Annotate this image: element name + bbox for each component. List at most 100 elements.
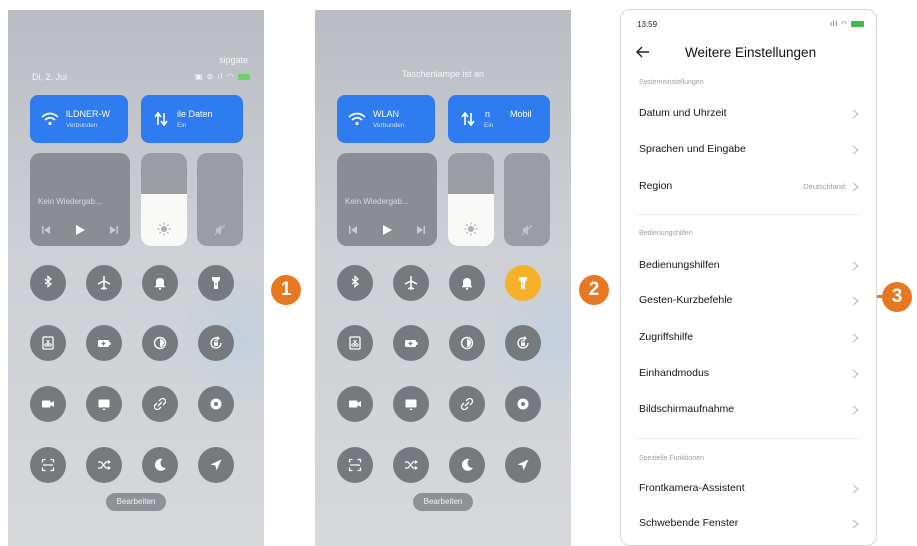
section-header-special: Spezielle Funktionen [639,455,704,462]
screen-record-toggle[interactable] [337,386,373,422]
airplane-toggle[interactable] [86,265,122,301]
previous-icon[interactable] [41,225,51,235]
wlan-tile[interactable]: WLAN Verbunden [337,95,435,143]
back-arrow-icon[interactable] [635,44,651,60]
next-icon[interactable] [416,225,426,235]
location-toggle[interactable] [505,447,541,483]
settings-row-languages[interactable]: Sprachen und Eingabe [639,141,861,161]
mute-icon [521,224,533,236]
chevron-right-icon [852,261,859,271]
carrier-label: sipgate [218,55,248,65]
bell-toggle[interactable] [142,265,178,301]
brightness-slider[interactable] [448,153,494,246]
brightness-fill [141,193,187,246]
link-toggle[interactable] [449,386,485,422]
bluetooth-toggle[interactable] [337,265,373,301]
wlan-tile-subtitle: Verbunden [373,122,405,129]
settings-row-date-time[interactable]: Datum und Uhrzeit [639,105,861,125]
moon-toggle[interactable] [449,447,485,483]
cast-toggle[interactable] [86,386,122,422]
reading-mode-toggle[interactable] [142,325,178,361]
flashlight-toggle[interactable] [505,265,541,301]
mute-icon [214,224,226,236]
data-arrows-icon [151,109,171,129]
status-time: 13:59 [637,20,658,29]
chevron-right-icon [852,333,859,343]
screenshot-toggle[interactable] [30,325,66,361]
screen-record-toggle[interactable] [30,386,66,422]
shuffle-toggle[interactable] [86,447,122,483]
step-marker-1: 1 [271,275,301,305]
settings-row-region[interactable]: Region Deutschland [639,178,861,198]
date-label: Di, 2. Jul [32,72,68,82]
wifi-icon [347,109,367,129]
scan-toggle[interactable] [30,447,66,483]
play-icon[interactable] [381,224,393,236]
bluetooth-icon [351,275,360,288]
play-icon[interactable] [74,224,86,236]
settings-row-one-hand-mode[interactable]: Einhandmodus [639,365,861,385]
row-label: Zugriffshilfe [639,331,694,343]
cast-toggle[interactable] [393,386,429,422]
row-label: Gesten-Kurzbefehle [639,294,733,306]
bluetooth-toggle[interactable] [30,265,66,301]
media-player-label: Kein Wiedergab... [38,197,102,206]
shuffle-icon [405,460,418,470]
bell-icon [462,278,472,290]
settings-row-access-help[interactable]: Zugriffshilfe [639,329,861,349]
rotation-lock-toggle[interactable] [505,325,541,361]
airplane-toggle[interactable] [393,265,429,301]
flashlight-icon [212,277,220,289]
row-label: Datum und Uhrzeit [639,107,727,119]
bell-icon [155,278,165,290]
wlan-tile-title: lLDNER-W [66,109,110,119]
sun-icon [464,222,478,236]
scan-toggle[interactable] [337,447,373,483]
chevron-right-icon [852,519,859,529]
cast-icon [405,399,417,410]
settings-row-front-camera[interactable]: Frontkamera-Assistent [639,480,861,500]
media-player-tile[interactable]: Kein Wiedergab... [337,153,437,246]
settings-dot-toggle[interactable] [505,386,541,422]
settings-row-accessibility[interactable]: Bedienungshilfen [639,257,861,277]
battery-saver-toggle[interactable] [393,325,429,361]
media-player-tile[interactable]: Kein Wiedergab... [30,153,130,246]
location-toggle[interactable] [198,447,234,483]
brightness-slider[interactable] [141,153,187,246]
control-center-panel-2: Taschenlampe ist an WLAN Verbunden n Mob… [315,10,571,546]
link-toggle[interactable] [142,386,178,422]
wlan-tile[interactable]: lLDNER-W Verbunden [30,95,128,143]
reading-mode-toggle[interactable] [449,325,485,361]
previous-icon[interactable] [348,225,358,235]
flashlight-toggle[interactable] [198,265,234,301]
battery-saver-toggle[interactable] [86,325,122,361]
moon-toggle[interactable] [142,447,178,483]
settings-dot-toggle[interactable] [198,386,234,422]
edit-button[interactable]: Bearbeiten [413,493,473,511]
volume-slider[interactable] [504,153,550,246]
rotation-lock-toggle[interactable] [198,325,234,361]
shuffle-toggle[interactable] [393,447,429,483]
volume-slider[interactable] [197,153,243,246]
mobile-data-tile-subtitle: Ein [484,122,494,129]
reading-mode-icon [460,336,474,350]
mobile-data-tile[interactable]: ile Daten Ein [141,95,243,143]
brightness-fill [448,193,494,246]
chevron-right-icon [852,484,859,494]
flashlight-status-text: Taschenlampe ist an [401,69,485,79]
cast-icon [98,399,110,410]
control-center-panel-1: sipgate Di, 2. Jul ▣ ⊚ ıl ◠ lLDNER-W Ver… [8,10,264,546]
mobile-data-tile[interactable]: n Mobil Ein [448,95,550,143]
screenshot-toggle[interactable] [337,325,373,361]
settings-row-gesture-shortcuts[interactable]: Gesten-Kurzbefehle [639,292,861,312]
settings-row-floating-windows[interactable]: Schwebende Fenster [639,515,861,535]
settings-row-screen-recording[interactable]: Bildschirmaufnahme [639,401,861,421]
wlan-tile-title: WLAN [373,109,400,119]
scan-icon [41,458,55,472]
bell-toggle[interactable] [449,265,485,301]
chevron-right-icon [852,369,859,379]
screen-record-icon [349,400,361,408]
battery-icon [851,21,864,28]
next-icon[interactable] [109,225,119,235]
edit-button[interactable]: Bearbeiten [106,493,166,511]
